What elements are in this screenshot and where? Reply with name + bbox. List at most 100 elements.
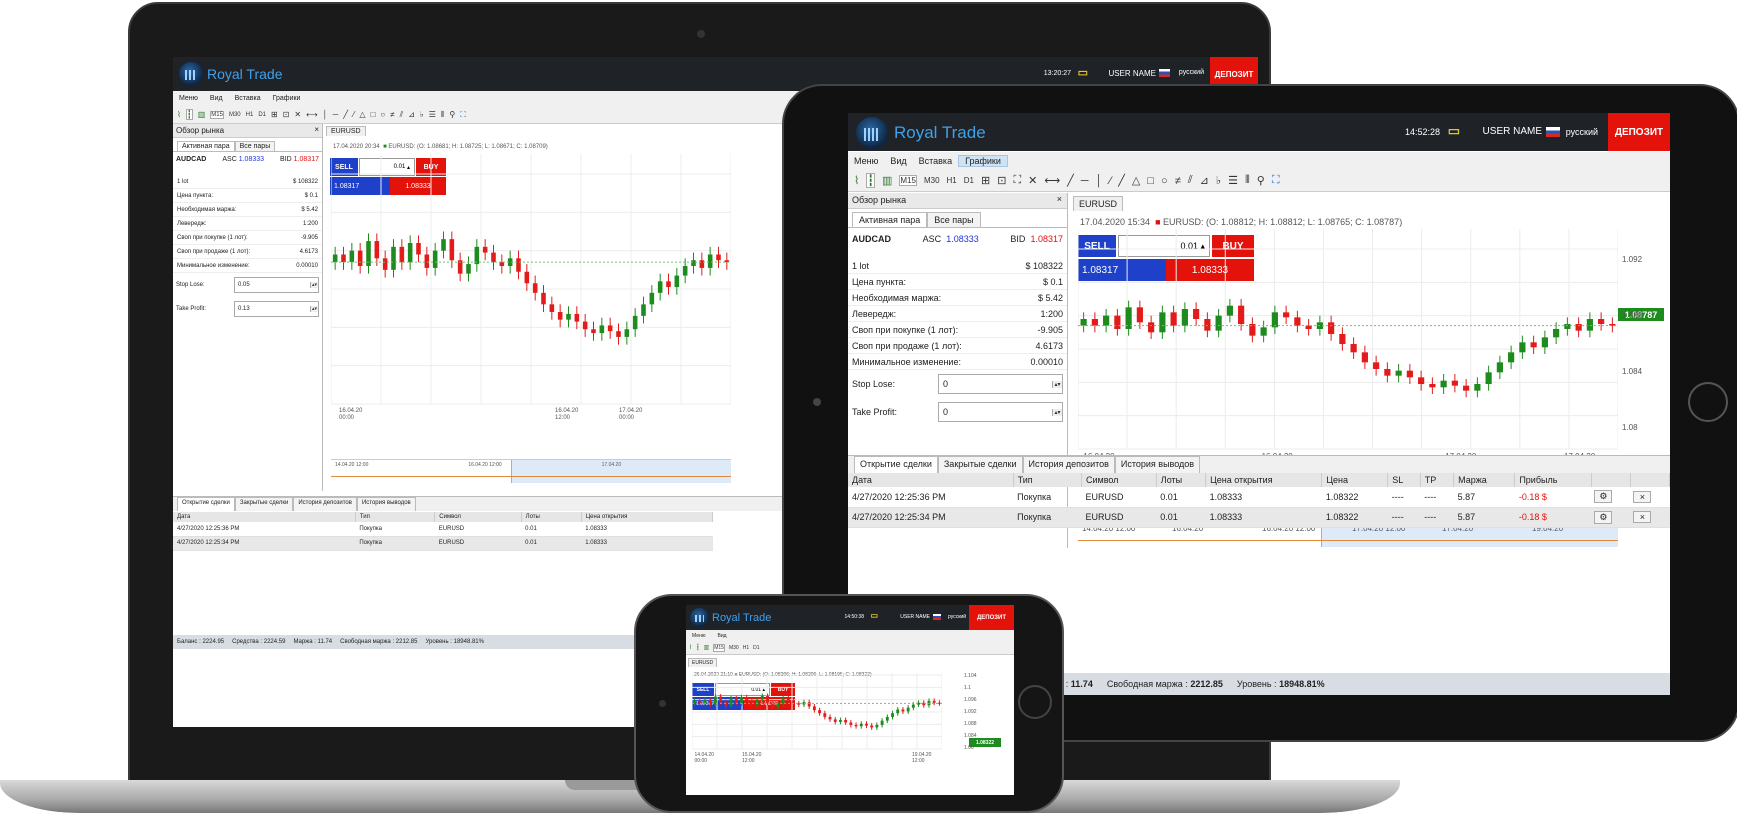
timeframe-m30[interactable]: M30 (924, 176, 940, 185)
vline-icon[interactable]: │ (323, 110, 328, 119)
timeframe-m30[interactable]: M30 (229, 112, 241, 118)
deposit-button[interactable]: ДЕПОЗИТ (1608, 113, 1670, 151)
stop-loss-input[interactable]: 0.05 ▴▾ (234, 277, 319, 293)
menu-item-charts[interactable]: Графики (958, 155, 1008, 167)
column-header[interactable]: SL (1387, 473, 1421, 487)
messages-icon[interactable]: ▭ (1448, 123, 1460, 139)
spinner-icon[interactable]: ▴▾ (310, 306, 318, 312)
bar-chart-icon[interactable]: ┇ (866, 173, 875, 188)
timeframe-h1[interactable]: H1 (246, 112, 254, 118)
fib-fan-icon[interactable]: ⊿ (408, 110, 415, 119)
modify-trade-gear-icon[interactable]: ⚙ (1594, 510, 1613, 524)
language-selector[interactable]: русский (1566, 127, 1598, 137)
zoom-in-icon[interactable]: ⊞ (981, 174, 990, 187)
fib-arc-icon[interactable]: ♭ (1216, 174, 1221, 187)
menu-item-view[interactable]: Вид (884, 156, 912, 166)
column-header[interactable]: Прибыль (1514, 473, 1592, 487)
column-header[interactable]: Маржа (1453, 473, 1516, 487)
line-chart-icon[interactable]: ⌇ (177, 110, 181, 119)
russian-flag-icon[interactable] (1546, 127, 1560, 137)
modify-trade-gear-icon[interactable]: ⚙ (1594, 490, 1613, 504)
column-header[interactable]: Цена открытия (1205, 473, 1323, 487)
triangle-icon[interactable]: △ (1132, 174, 1140, 187)
user-name[interactable]: USER NAME (1483, 126, 1542, 137)
menu-item-menu[interactable]: Меню (848, 156, 884, 166)
column-header[interactable]: Символ (1081, 473, 1157, 487)
settings-icon[interactable]: ⚲ (449, 110, 455, 119)
timeframe-d1[interactable]: D1 (258, 112, 266, 118)
tab-all-pairs[interactable]: Все пары (234, 141, 276, 151)
timeframe-d1[interactable]: D1 (964, 176, 974, 185)
laptop-price-chart[interactable]: 16.04.2000:0016.04.2012:0017.04.2000:00 (331, 154, 731, 454)
tab-open-trades[interactable]: Открытие сделки (854, 456, 938, 473)
column-header[interactable]: Лоты (1156, 473, 1207, 487)
bar-chart-icon[interactable]: ┇ (185, 109, 193, 120)
tab-deposit-history[interactable]: История депозитов (293, 497, 357, 511)
fullscreen-icon[interactable]: ⛶ (1272, 174, 1280, 187)
ellipse-icon[interactable]: ○ (1161, 175, 1168, 187)
tab-open-trades[interactable]: Открытие сделки (177, 497, 235, 511)
table-row[interactable]: 4/27/2020 12:25:36 PM Покупка EURUSD 0.01 1.… (173, 522, 713, 537)
menu-item-menu[interactable]: Меню (173, 95, 204, 102)
ray2-icon[interactable]: ╱ (1118, 174, 1125, 187)
close-icon[interactable]: × (1057, 194, 1062, 204)
fib-fan-icon[interactable]: ⊿ (1200, 174, 1209, 187)
timeframe-m15[interactable]: M15 (713, 643, 725, 652)
column-header[interactable]: Дата (173, 512, 356, 522)
column-header[interactable]: Цена открытия (581, 512, 714, 522)
timeframe-d1[interactable]: D1 (753, 645, 759, 651)
tab-deposit-history[interactable]: История депозитов (1022, 456, 1115, 473)
crosshair-icon[interactable]: ✕ (1028, 174, 1037, 187)
hline-icon[interactable]: ⟷ (1044, 174, 1060, 187)
timeframe-m15[interactable]: M15 (210, 110, 224, 119)
rectangle-icon[interactable]: □ (1147, 175, 1154, 187)
spinner-icon[interactable]: ▴▾ (1052, 408, 1062, 416)
spinner-icon[interactable]: ▴▾ (310, 282, 318, 288)
menu-item-view[interactable]: Вид (712, 633, 733, 639)
hline-icon[interactable]: ⟷ (306, 110, 317, 119)
table-row[interactable]: 4/27/2020 12:25:34 PM Покупка EURUSD 0.01 1.… (173, 536, 713, 551)
menu-item-view[interactable]: Вид (204, 95, 229, 102)
fib-levels-icon[interactable]: ☰ (1228, 174, 1238, 187)
zoom-in-icon[interactable]: ⊞ (271, 110, 278, 119)
column-header[interactable]: Тип (355, 512, 436, 522)
column-header[interactable]: Символ (434, 512, 522, 522)
timeframe-h1[interactable]: H1 (947, 176, 957, 185)
menu-item-insert[interactable]: Вставка (229, 95, 267, 102)
tab-active-pair[interactable]: Активная пара (852, 212, 928, 227)
tab-withdrawal-history[interactable]: История выводов (1114, 456, 1201, 473)
chart-tab-eurusd[interactable]: EURUSD (326, 126, 366, 136)
rectangle-icon[interactable]: □ (371, 110, 376, 119)
chart-tab-eurusd[interactable]: EURUSD (688, 658, 718, 667)
deposit-button[interactable]: ДЕПОЗИТ (969, 605, 1014, 630)
timeframe-m30[interactable]: M30 (729, 645, 739, 651)
fib-levels-icon[interactable]: ☰ (429, 110, 436, 119)
pitchfork-icon[interactable]: ⫽ (400, 110, 404, 120)
column-header[interactable]: Тип (1013, 473, 1082, 487)
tab-closed-trades[interactable]: Закрытые сделки (234, 497, 294, 511)
timeframe-m15[interactable]: M15 (899, 175, 917, 186)
table-row[interactable]: 4/27/2020 12:25:36 PM Покупка EURUSD 0.01 1.… (848, 487, 1670, 508)
navigator-selection[interactable] (511, 460, 731, 483)
language-selector[interactable]: русский (1179, 69, 1204, 76)
ray-icon[interactable]: ⁄ (353, 110, 354, 119)
ellipse-icon[interactable]: ○ (380, 110, 385, 119)
messages-icon[interactable]: ▭ (870, 611, 878, 620)
fib-timezones-icon[interactable]: ⦀ (1245, 174, 1250, 187)
candle-chart-icon[interactable]: ▥ (882, 174, 892, 187)
brand-logo[interactable]: Royal Trade (856, 117, 986, 149)
channel-icon[interactable]: ≠ (390, 110, 394, 119)
russian-flag-icon[interactable] (933, 614, 941, 620)
tab-closed-trades[interactable]: Закрытые сделки (937, 456, 1023, 473)
russian-flag-icon[interactable] (1159, 69, 1170, 77)
stop-loss-input[interactable]: 0 ▴▾ (938, 374, 1063, 394)
vline-icon[interactable]: │ (1096, 175, 1103, 187)
dash-icon[interactable]: ─ (1081, 175, 1089, 187)
user-name[interactable]: USER NAME (900, 614, 930, 620)
take-profit-input[interactable]: 0.13 ▴▾ (234, 301, 319, 317)
menu-item-menu[interactable]: Меню (686, 633, 712, 639)
tablet-price-chart[interactable]: 16.04.2000:0016.04.2012:0017.04.2000:001… (1078, 229, 1618, 489)
brand-logo[interactable]: Royal Trade (179, 62, 282, 86)
zoom-out-icon[interactable]: ⊡ (997, 174, 1006, 187)
close-trade-icon[interactable]: × (1633, 490, 1652, 503)
